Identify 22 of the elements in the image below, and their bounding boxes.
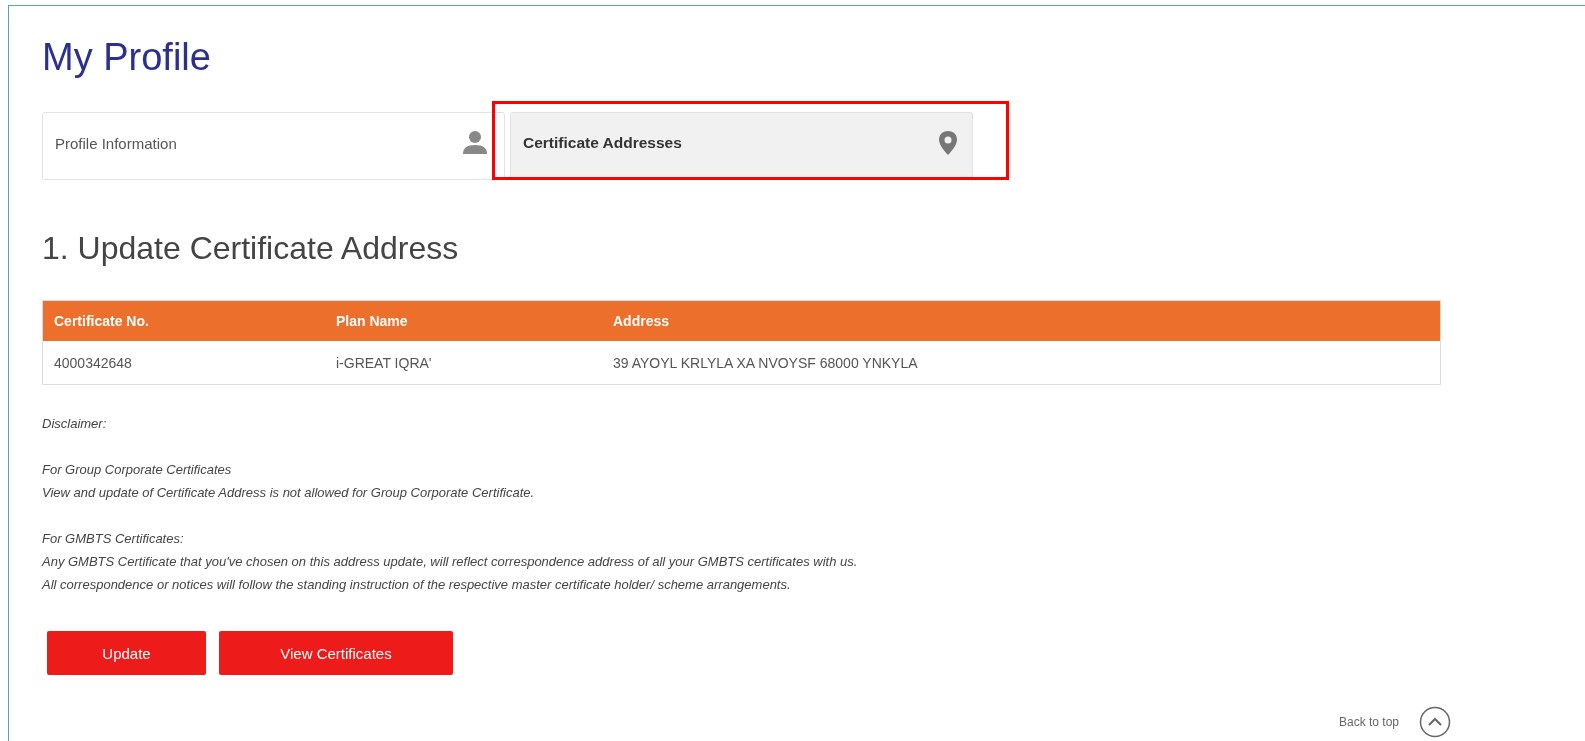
back-to-top-link[interactable]: Back to top [1338,715,1399,729]
table-cell: i-GREAT IQRA' [325,341,602,385]
column-header: Plan Name [325,300,602,341]
chevron-up-circle-icon[interactable] [1419,706,1451,738]
table-cell: 39 AYOYL KRLYLA XA NVOYSF 68000 YNKYLA [602,341,1441,385]
location-pin-icon [938,130,958,156]
column-header: Address [602,300,1441,341]
disclaimer-text: For Group Corporate Certificates [42,462,232,477]
disclaimer-text: Disclaimer: [42,416,107,431]
disclaimer-text: Any GMBTS Certificate that you've chosen on this address update, will reflect correspondence address of all your GMBTS certificates with us. [42,554,858,569]
table-cell: 4000342648 [42,341,325,385]
tab[interactable]: Certificate Addresses [510,112,973,180]
disclaimer-text: For GMBTS Certificates: [42,531,184,546]
tab[interactable]: Profile Information [42,112,505,180]
section-heading: 1. Update Certificate Address [42,230,459,267]
update-button[interactable]: Update [47,631,206,675]
column-header: Certificate No. [42,300,325,341]
view-certificates-button[interactable]: View Certificates [219,631,453,675]
disclaimer-text: View and update of Certificate Address is not allowed for Group Corporate Certificate. [42,485,535,500]
person-icon [460,130,490,156]
disclaimer-text: All correspondence or notices will follow the standing instruction of the respective master certificate holder/ scheme arrangements. [42,577,791,592]
page-title: My Profile [42,36,211,80]
